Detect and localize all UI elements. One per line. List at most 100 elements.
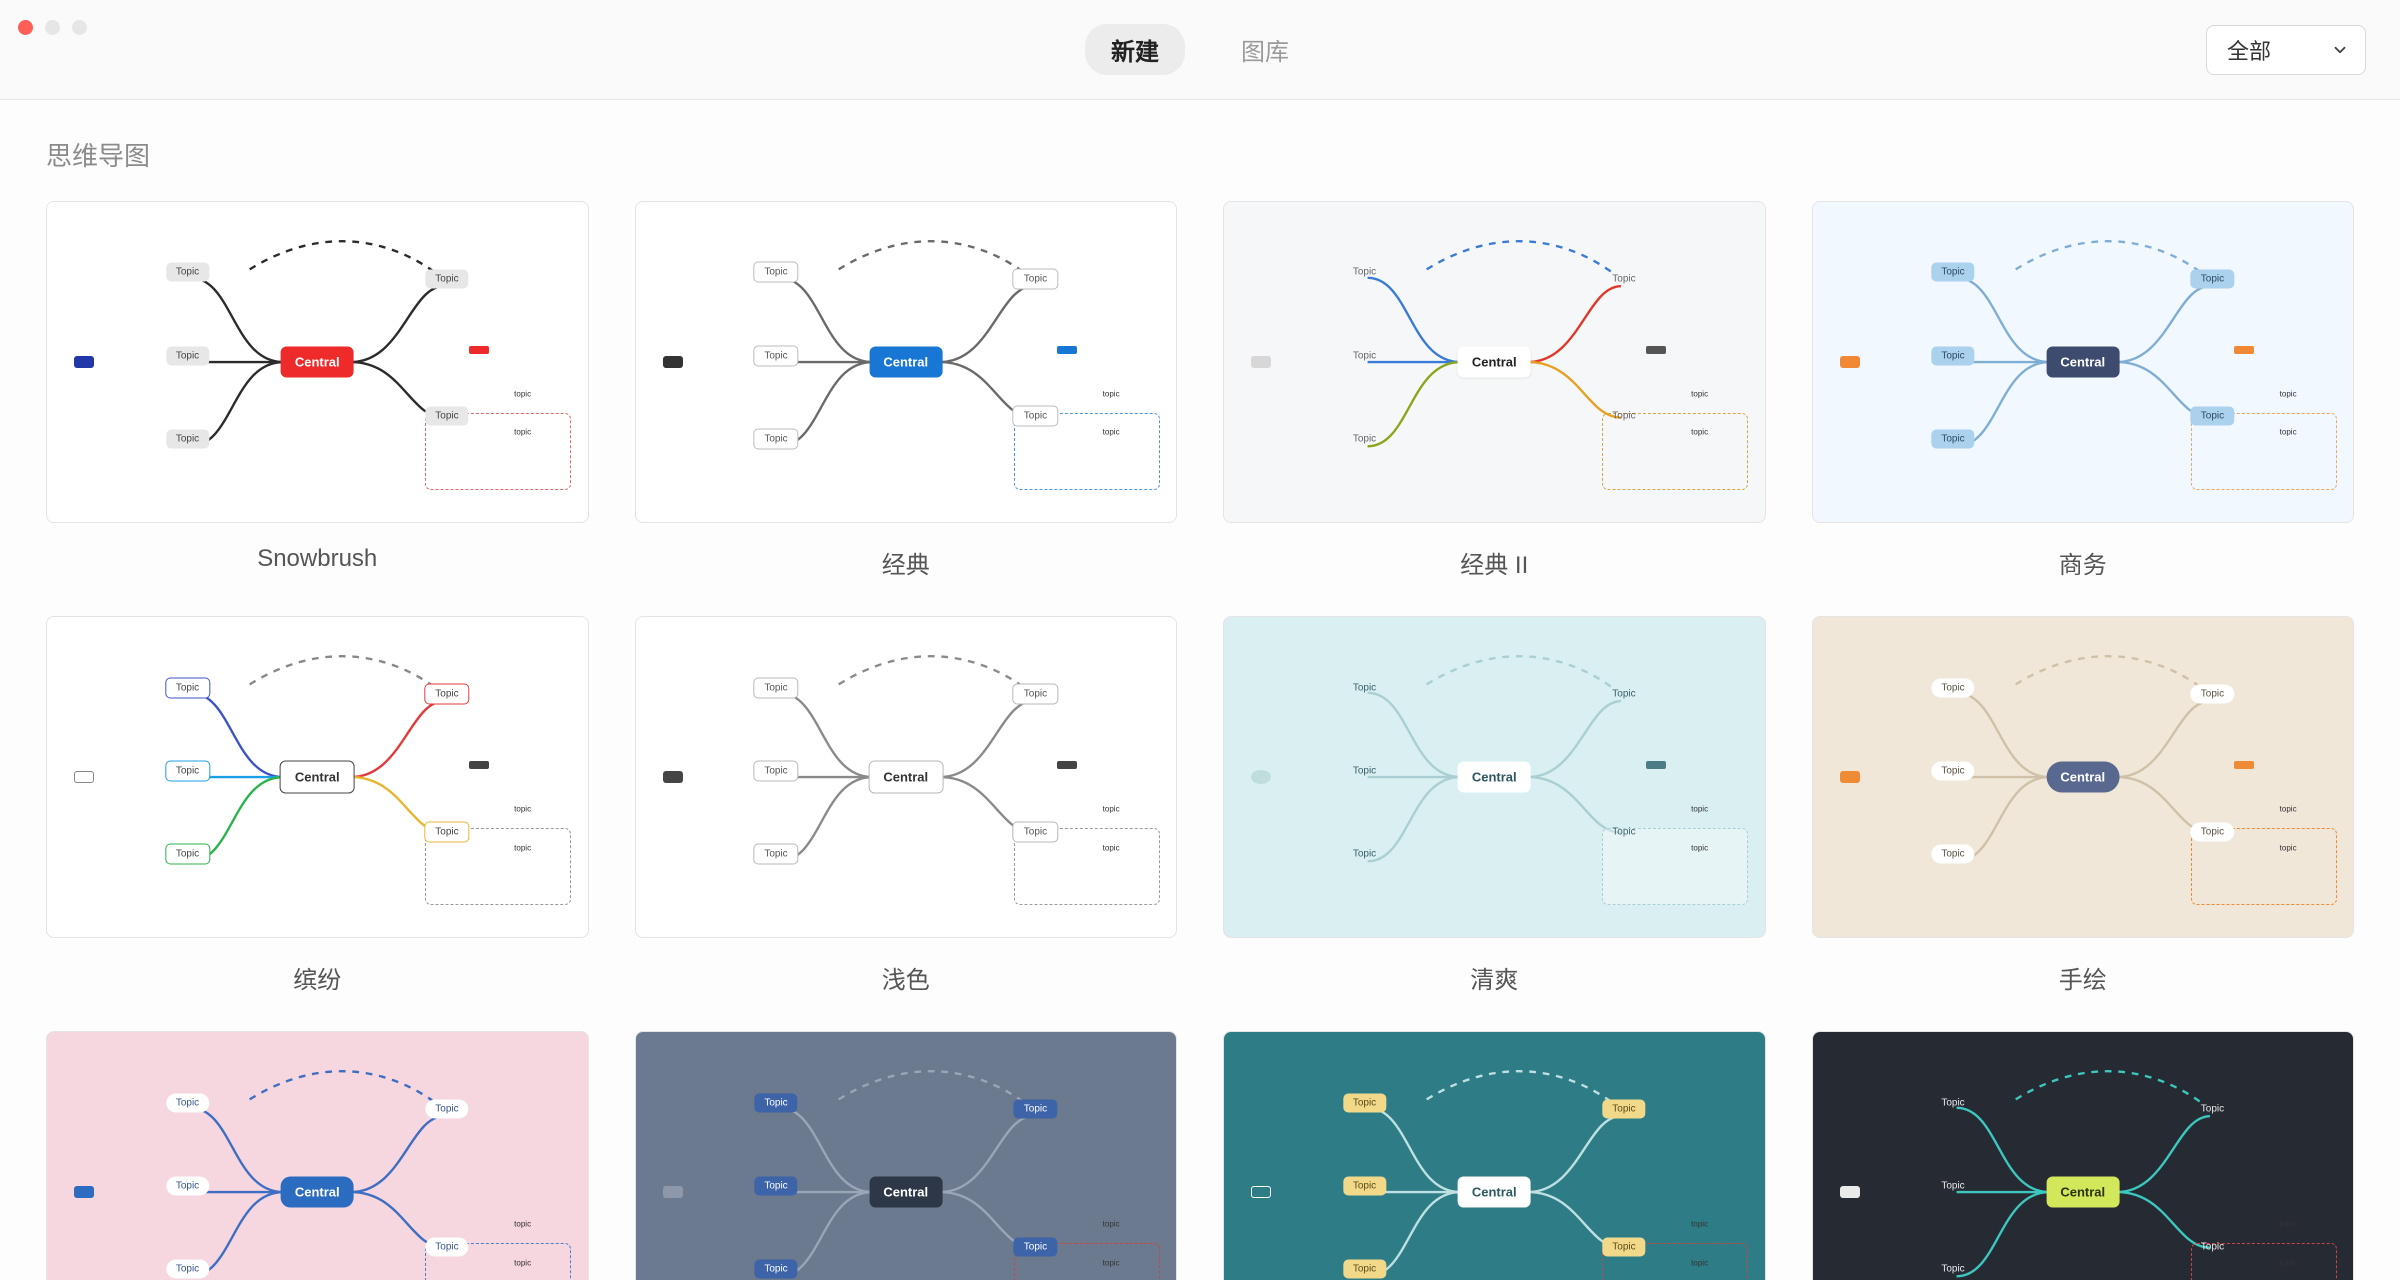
central-node: Central xyxy=(1458,347,1531,378)
template-thumbnail: Central Topic Topic Topic Topic Topic to… xyxy=(1812,201,2355,523)
topic-node: Topic xyxy=(2191,822,2234,841)
topic-node: Topic xyxy=(425,407,468,426)
zoom-window-button[interactable] xyxy=(72,20,87,35)
topic-node: Topic xyxy=(754,1093,797,1112)
template-thumbnail: Central Topic Topic Topic Topic Topic to… xyxy=(1223,616,1766,938)
template-card-slate[interactable]: Central Topic Topic Topic Topic Topic to… xyxy=(635,1031,1178,1280)
subtopic-node: topic xyxy=(2280,390,2297,399)
topic-node: Topic xyxy=(1931,844,1974,863)
template-thumbnail: Central Topic Topic Topic Topic Topic to… xyxy=(46,616,589,938)
template-card-hand[interactable]: Central Topic Topic Topic Topic Topic to… xyxy=(1812,616,2355,1005)
topic-node: Topic xyxy=(1343,1176,1386,1195)
template-card-colorful[interactable]: Central Topic Topic Topic Topic Topic to… xyxy=(46,616,589,1005)
topic-node: Topic xyxy=(165,677,210,698)
template-card-snowbrush[interactable]: Central Topic Topic Topic Topic Topic to… xyxy=(46,201,589,590)
template-card-classic2[interactable]: Central Topic Topic Topic Topic Topic to… xyxy=(1223,201,1766,590)
topic-node: Topic xyxy=(753,262,798,283)
category-filter-value: 全部 xyxy=(2227,34,2271,66)
subtopic-node: topic xyxy=(1103,805,1120,814)
topic-node: Topic xyxy=(166,1260,209,1279)
topic-node: Topic xyxy=(753,677,798,698)
topic-node: Topic xyxy=(1343,844,1386,863)
topic-node: Topic xyxy=(753,428,798,449)
template-name: 浅色 xyxy=(882,960,930,995)
topic-node: Topic xyxy=(2191,407,2234,426)
template-card-classic[interactable]: Central Topic Topic Topic Topic Topic to… xyxy=(635,201,1178,590)
close-window-button[interactable] xyxy=(18,20,33,35)
summary-bar-icon xyxy=(2234,761,2254,769)
section-title: 思维导图 xyxy=(46,136,2354,173)
content-scroll[interactable]: 思维导图 Central Topic Topic Topic Topic xyxy=(0,100,2400,1280)
subtopic-node: topic xyxy=(1691,1258,1708,1267)
floating-node-icon xyxy=(663,1186,683,1198)
summary-bar-icon xyxy=(1057,761,1077,769)
central-node: Central xyxy=(2046,1177,2119,1208)
topic-node: Topic xyxy=(754,1260,797,1279)
summary-bar-icon xyxy=(1057,346,1077,354)
template-card-business[interactable]: Central Topic Topic Topic Topic Topic to… xyxy=(1812,201,2355,590)
floating-node-icon xyxy=(1251,1186,1271,1198)
template-card-fresh[interactable]: Central Topic Topic Topic Topic Topic to… xyxy=(1223,616,1766,1005)
summary-bar-icon xyxy=(2234,1176,2254,1184)
template-card-pink[interactable]: Central Topic Topic Topic Topic Topic to… xyxy=(46,1031,589,1280)
subtopic-node: topic xyxy=(514,390,531,399)
topic-node: Topic xyxy=(424,821,469,842)
template-thumbnail: Central Topic Topic Topic Topic Topic to… xyxy=(635,1031,1178,1280)
floating-node-icon xyxy=(1840,356,1860,368)
subtopic-node: topic xyxy=(514,805,531,814)
template-name: 手绘 xyxy=(2059,960,2107,995)
summary-bar-icon xyxy=(2234,346,2254,354)
central-node: Central xyxy=(869,1177,942,1208)
template-name: 缤纷 xyxy=(293,960,341,995)
floating-node-icon xyxy=(1840,771,1860,783)
tab-library[interactable]: 图库 xyxy=(1215,24,1315,75)
template-thumbnail: Central Topic Topic Topic Topic Topic to… xyxy=(635,616,1178,938)
topic-node: Topic xyxy=(1602,1100,1645,1119)
template-name: 经典 xyxy=(882,545,930,580)
template-card-light[interactable]: Central Topic Topic Topic Topic Topic to… xyxy=(635,616,1178,1005)
subtopic-node: topic xyxy=(1691,1220,1708,1229)
tab-new[interactable]: 新建 xyxy=(1085,24,1185,75)
subtopic-node: topic xyxy=(1691,428,1708,437)
topic-node: Topic xyxy=(1343,1260,1386,1279)
central-node: Central xyxy=(1458,1177,1531,1208)
minimize-window-button[interactable] xyxy=(45,20,60,35)
subtopic-node: topic xyxy=(1103,428,1120,437)
subtopic-node: topic xyxy=(1691,390,1708,399)
template-thumbnail: Central Topic Topic Topic Topic Topic to… xyxy=(1812,616,2355,938)
topic-node: Topic xyxy=(1013,406,1058,427)
template-card-dark[interactable]: Central Topic Topic Topic Topic Topic to… xyxy=(1812,1031,2355,1280)
subtopic-node: topic xyxy=(1691,805,1708,814)
topic-node: Topic xyxy=(1931,263,1974,282)
central-node: Central xyxy=(280,761,355,794)
topic-node: Topic xyxy=(1931,346,1974,365)
topic-node: Topic xyxy=(165,760,210,781)
topic-node: Topic xyxy=(1014,1100,1057,1119)
topic-node: Topic xyxy=(166,1093,209,1112)
floating-node-icon xyxy=(1251,770,1271,784)
subtopic-node: topic xyxy=(514,428,531,437)
topic-node: Topic xyxy=(425,1237,468,1256)
summary-bar-icon xyxy=(1646,761,1666,769)
subtopic-node: topic xyxy=(514,1258,531,1267)
subtopic-node: topic xyxy=(2280,428,2297,437)
window-controls xyxy=(18,20,87,35)
topic-node: Topic xyxy=(425,1100,468,1119)
topic-node: Topic xyxy=(1343,346,1386,365)
floating-node-icon xyxy=(74,771,94,783)
subtopic-node: topic xyxy=(1691,843,1708,852)
template-thumbnail: Central Topic Topic Topic Topic Topic to… xyxy=(1223,201,1766,523)
window-header: 新建 图库 全部 xyxy=(0,0,2400,100)
topic-node: Topic xyxy=(1931,1093,1974,1112)
topic-node: Topic xyxy=(1343,761,1386,780)
floating-node-icon xyxy=(1251,356,1271,368)
topic-node: Topic xyxy=(166,1176,209,1195)
central-node: Central xyxy=(869,347,942,378)
category-filter-dropdown[interactable]: 全部 xyxy=(2206,25,2366,75)
topic-node: Topic xyxy=(1013,683,1058,704)
subtopic-node: topic xyxy=(1103,1220,1120,1229)
floating-node-icon xyxy=(74,356,94,368)
topic-node: Topic xyxy=(754,1176,797,1195)
floating-node-icon xyxy=(663,356,683,368)
template-card-teal[interactable]: Central Topic Topic Topic Topic Topic to… xyxy=(1223,1031,1766,1280)
